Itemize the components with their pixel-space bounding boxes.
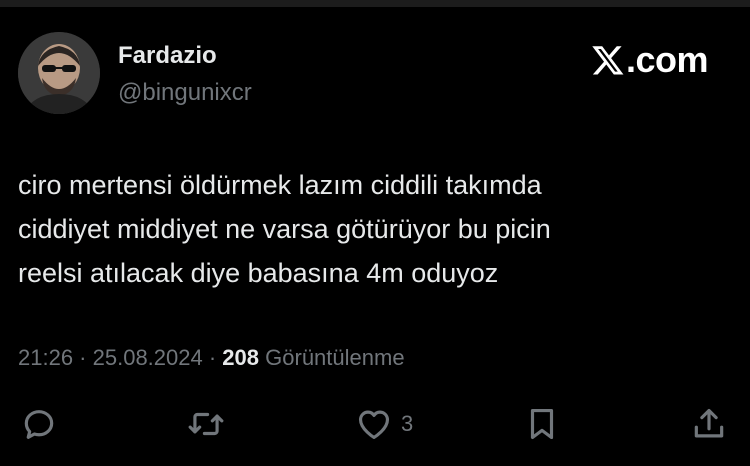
tweet-line: reelsi atılacak diye babasına 4m oduyoz [18, 258, 499, 288]
retweet-button[interactable] [187, 405, 225, 443]
avatar[interactable] [18, 32, 100, 114]
tweet-time[interactable]: 21:26 [18, 345, 73, 370]
views-count: 208 [222, 345, 260, 370]
site-label: .com [625, 39, 709, 80]
like-count: 3 [401, 411, 414, 436]
like-button[interactable]: 3 [355, 405, 413, 443]
author-display-name[interactable]: Fardazio [118, 42, 217, 70]
reply-button[interactable] [20, 405, 58, 443]
views-label: Görüntülenme [265, 345, 405, 370]
meta-separator: · [202, 345, 223, 370]
tweet-text: ciro mertensi öldürmek lazım ciddili tak… [18, 163, 718, 295]
tweet-date[interactable]: 25.08.2024 [93, 345, 203, 370]
share-button[interactable] [690, 405, 728, 443]
meta-separator: · [73, 345, 93, 370]
action-bar: 3 [0, 400, 750, 450]
reply-icon [24, 410, 54, 439]
bookmark-icon [530, 408, 554, 440]
share-icon [694, 408, 724, 438]
tweet-line: ciddiyet middiyet ne varsa götürüyor bu … [18, 214, 551, 244]
heart-icon [358, 410, 390, 440]
x-com-logo: .com [591, 39, 709, 81]
avatar-photo [18, 32, 100, 114]
x-logo-icon [592, 46, 624, 75]
retweet-icon [188, 412, 224, 436]
top-edge-bar [0, 0, 750, 7]
author-handle[interactable]: @bingunixcr [118, 79, 252, 107]
bookmark-button[interactable] [523, 405, 561, 443]
tweet-line: ciro mertensi öldürmek lazım ciddili tak… [18, 170, 542, 200]
tweet-meta: 21:26 · 25.08.2024 · 208 Görüntülenme [18, 345, 405, 371]
